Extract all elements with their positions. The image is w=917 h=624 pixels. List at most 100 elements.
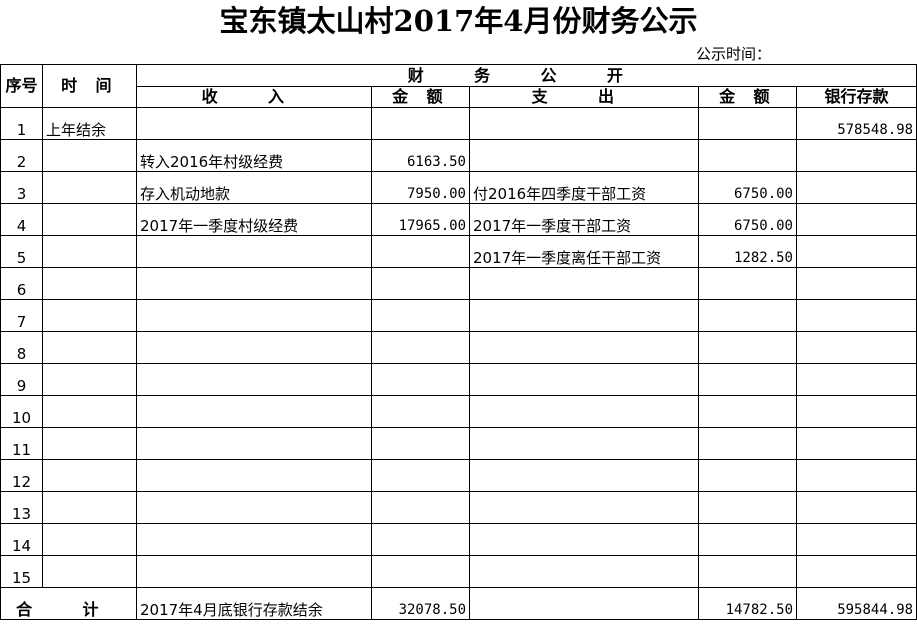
row-bank-balance [795, 299, 917, 332]
table-row: 7 [0, 299, 917, 332]
header-expense: 支 出 [469, 86, 699, 108]
row-index: 12 [0, 459, 43, 492]
table-row: 12 [0, 459, 917, 492]
row-income-item [136, 555, 372, 588]
row-expense-item [469, 395, 699, 428]
row-income-item [136, 427, 372, 460]
row-expense-item [469, 459, 699, 492]
row-time [42, 427, 137, 460]
row-index: 11 [0, 427, 43, 460]
row-bank-balance [795, 555, 917, 588]
row-income-amount: 6163.50 [371, 139, 470, 172]
row-bank-balance [795, 203, 917, 236]
row-income-item: 2017年一季度村级经费 [136, 203, 372, 236]
total-expense-item [469, 587, 699, 620]
row-expense-amount [698, 267, 797, 300]
table-row: 6 [0, 267, 917, 300]
row-bank-balance [795, 395, 917, 428]
row-time [42, 235, 137, 268]
row-index: 2 [0, 139, 43, 172]
row-expense-amount: 6750.00 [698, 203, 797, 236]
row-time [42, 203, 137, 236]
row-income-amount [371, 363, 470, 396]
row-bank-balance [795, 523, 917, 556]
row-bank-balance [795, 139, 917, 172]
total-row: 合 计 2017年4月底银行存款结余 32078.50 14782.50 595844.… [0, 587, 917, 620]
total-bank-balance: 595844.98 [795, 587, 917, 620]
table-row: 4 2017年一季度村级经费 17965.00 2017年一季度干部工资 6750.00 [0, 203, 917, 236]
row-index: 1 [0, 107, 43, 140]
table-row: 15 [0, 555, 917, 588]
row-income-item: 存入机动地款 [136, 171, 372, 204]
row-expense-item [469, 491, 699, 524]
row-bank-balance [795, 427, 917, 460]
row-time [42, 555, 137, 588]
row-time [42, 363, 137, 396]
finance-table: 序号 时 间 财 务 公 开 收 入 金 额 支 出 金 额 银行存款 1 上年结… [0, 64, 917, 620]
row-time [42, 491, 137, 524]
row-expense-amount: 1282.50 [698, 235, 797, 268]
row-time [42, 523, 137, 556]
row-income-amount [371, 427, 470, 460]
row-income-item [136, 331, 372, 364]
row-bank-balance [795, 171, 917, 204]
row-expense-item [469, 267, 699, 300]
row-income-item [136, 107, 372, 140]
row-expense-item: 2017年一季度离任干部工资 [469, 235, 699, 268]
header-index: 序号 [0, 64, 43, 108]
row-bank-balance [795, 363, 917, 396]
row-expense-item [469, 139, 699, 172]
header-income: 收 入 [136, 86, 372, 108]
row-expense-item [469, 299, 699, 332]
row-income-item: 转入2016年村级经费 [136, 139, 372, 172]
row-income-amount [371, 523, 470, 556]
row-income-item [136, 491, 372, 524]
row-expense-item: 付2016年四季度干部工资 [469, 171, 699, 204]
row-expense-amount [698, 395, 797, 428]
row-expense-amount [698, 555, 797, 588]
row-time [42, 267, 137, 300]
row-time [42, 299, 137, 332]
row-index: 10 [0, 395, 43, 428]
header-expense-amount: 金 额 [698, 86, 797, 108]
row-income-item [136, 395, 372, 428]
row-index: 8 [0, 331, 43, 364]
table-row: 9 [0, 363, 917, 396]
row-expense-item [469, 363, 699, 396]
table-row: 11 [0, 427, 917, 460]
row-expense-amount [698, 523, 797, 556]
row-bank-balance [795, 331, 917, 364]
row-time [42, 139, 137, 172]
row-expense-amount [698, 299, 797, 332]
row-index: 9 [0, 363, 43, 396]
row-bank-balance: 578548.98 [795, 107, 917, 140]
row-index: 3 [0, 171, 43, 204]
row-bank-balance [795, 491, 917, 524]
announce-time-label: 公示时间： [696, 45, 772, 63]
row-bank-balance [795, 235, 917, 268]
row-income-amount [371, 267, 470, 300]
row-income-amount [371, 555, 470, 588]
header-time: 时 间 [42, 64, 137, 108]
table-row: 10 [0, 395, 917, 428]
row-time: 上年结余 [42, 107, 137, 140]
row-index: 4 [0, 203, 43, 236]
table-row: 13 [0, 491, 917, 524]
row-expense-amount [698, 331, 797, 364]
row-income-item [136, 267, 372, 300]
row-income-amount [371, 107, 470, 140]
table-row: 5 2017年一季度离任干部工资 1282.50 [0, 235, 917, 268]
row-income-amount [371, 235, 470, 268]
row-income-item [136, 363, 372, 396]
row-expense-item [469, 331, 699, 364]
header-bank-balance: 银行存款 [795, 86, 917, 108]
table-row: 2 转入2016年村级经费 6163.50 [0, 139, 917, 172]
row-income-amount [371, 395, 470, 428]
table-row: 14 [0, 523, 917, 556]
row-expense-item [469, 427, 699, 460]
row-income-item [136, 299, 372, 332]
row-expense-amount [698, 363, 797, 396]
row-expense-item [469, 523, 699, 556]
row-expense-amount [698, 139, 797, 172]
header-income-amount: 金 额 [371, 86, 470, 108]
